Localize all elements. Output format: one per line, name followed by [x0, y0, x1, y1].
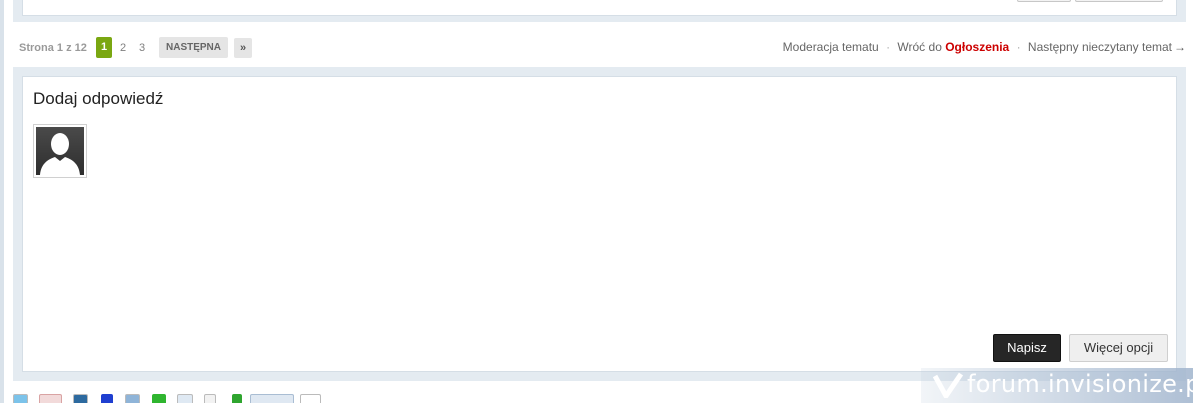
left-border-strip	[0, 0, 4, 403]
previous-post-button[interactable]	[1017, 0, 1071, 2]
watermark: forum.invisionize.pl	[921, 368, 1193, 403]
pagination-bar: Strona 1 z 12 1 2 3 NASTĘPNA » Moderacja…	[13, 36, 1186, 60]
digg-icon[interactable]	[125, 394, 140, 403]
myspace-icon[interactable]	[152, 394, 166, 403]
invisionize-logo-icon	[933, 372, 963, 398]
forum-name: Ogłoszenia	[945, 40, 1010, 54]
reply-panel: Dodaj odpowiedź Napisz Więcej opcji	[22, 76, 1177, 372]
next-page-button[interactable]: NASTĘPNA	[159, 37, 229, 58]
user-silhouette-icon	[40, 133, 80, 175]
email-icon[interactable]	[177, 394, 193, 403]
like-icon[interactable]	[300, 394, 321, 403]
previous-post-body	[22, 0, 1177, 16]
share-button[interactable]	[250, 394, 294, 403]
twitter-icon[interactable]	[13, 394, 28, 403]
page-count-label: Strona 1 z 12	[19, 42, 87, 54]
next-unread-topic-link[interactable]: Następny nieczytany temat →	[1028, 40, 1186, 54]
page-link-current[interactable]: 1	[96, 37, 112, 58]
topic-nav-links: Moderacja tematu · Wróć do Ogłoszenia · …	[783, 40, 1186, 54]
separator: ·	[1016, 40, 1021, 54]
back-prefix: Wróć do	[897, 40, 942, 54]
reply-section: Dodaj odpowiedź Napisz Więcej opcji	[13, 67, 1186, 381]
previous-post-container	[13, 0, 1186, 22]
page-link[interactable]: 3	[139, 42, 145, 54]
separator: ·	[886, 40, 891, 54]
delicious-icon[interactable]	[101, 394, 113, 403]
arrow-right-icon: →	[1174, 40, 1186, 54]
default-avatar-icon	[36, 127, 84, 175]
next-unread-label: Następny nieczytany temat	[1027, 40, 1172, 54]
reply-title: Dodaj odpowiedź	[33, 89, 164, 108]
moderation-link[interactable]: Moderacja tematu	[783, 40, 879, 54]
watermark-text: forum.invisionize.pl	[967, 370, 1193, 398]
print-icon[interactable]	[204, 394, 216, 403]
more-options-button[interactable]: Więcej opcji	[1069, 334, 1168, 362]
google-plus-icon[interactable]	[39, 394, 62, 403]
submit-reply-button[interactable]: Napisz	[993, 334, 1061, 362]
previous-post-button[interactable]	[1075, 0, 1163, 2]
add-icon[interactable]	[232, 394, 242, 403]
back-to-forum-link[interactable]: Wróć do Ogłoszenia	[897, 40, 1009, 54]
linkedin-icon[interactable]	[73, 394, 88, 403]
page-link[interactable]: 2	[120, 42, 126, 54]
avatar	[33, 124, 87, 178]
last-page-button[interactable]: »	[234, 38, 252, 58]
